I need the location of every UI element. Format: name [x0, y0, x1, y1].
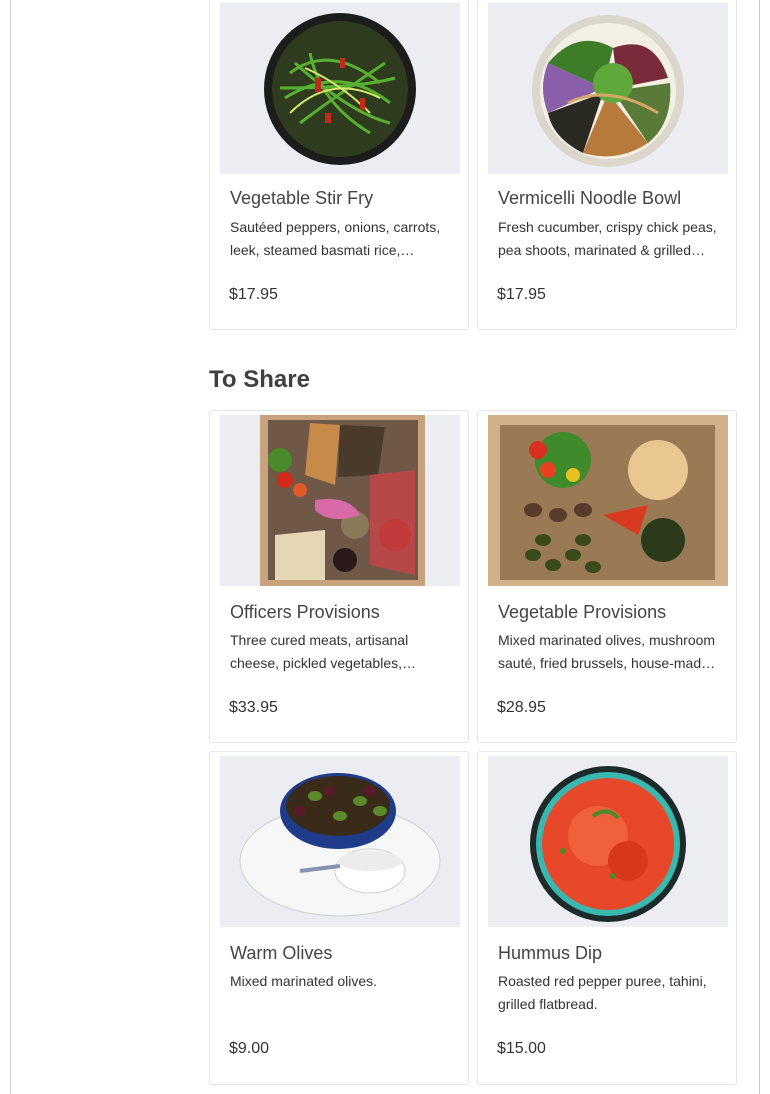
menu-item-price: $28.95: [497, 699, 546, 716]
menu-item-description: Fresh cucumber, crispy chick peas, pea s…: [498, 219, 717, 258]
menu-item-card[interactable]: Hummus Dip Roasted red pepper puree, tah…: [477, 751, 737, 1085]
charcuterie-box-image: [220, 415, 460, 586]
menu-item-name: Hummus Dip: [498, 943, 603, 963]
stir-fry-bowl-image: [220, 3, 460, 174]
section-title: To Share: [209, 366, 310, 393]
menu-item-name: Vegetable Stir Fry: [230, 188, 374, 208]
menu-item-name: Vermicelli Noodle Bowl: [498, 188, 682, 208]
menu-item-name: Warm Olives: [230, 943, 333, 963]
menu-item-price: $17.95: [229, 286, 278, 303]
menu-item-card[interactable]: Vegetable Provisions Mixed marinated oli…: [477, 410, 737, 743]
noodle-bowl-image: [488, 3, 728, 174]
menu-item-price: $33.95: [229, 699, 278, 716]
vegetable-box-image: [488, 415, 728, 586]
menu-item-price: $15.00: [497, 1040, 546, 1057]
menu-item-card[interactable]: Vermicelli Noodle Bowl Fresh cucumber, c…: [477, 0, 737, 330]
menu-item-description: Mixed marinated olives, mushroom sauté, …: [498, 632, 716, 671]
menu-item-card[interactable]: Vegetable Stir Fry Sautéed peppers, onio…: [209, 0, 469, 330]
olives-bowl-image: [220, 756, 460, 927]
menu-item-name: Officers Provisions: [230, 602, 380, 622]
menu-item-description: Sautéed peppers, onions, carrots, leek, …: [230, 219, 441, 258]
menu-item-description: Three cured meats, artisanal cheese, pic…: [230, 632, 416, 671]
menu-item-price: $17.95: [497, 286, 546, 303]
hummus-bowl-image: [488, 756, 728, 927]
menu-item-description: Roasted red pepper puree, tahini, grille…: [498, 973, 707, 1012]
menu-item-card[interactable]: Officers Provisions Three cured meats, a…: [209, 410, 469, 743]
menu-item-price: $9.00: [229, 1040, 270, 1057]
menu-item-name: Vegetable Provisions: [498, 602, 667, 622]
menu-item-description: Mixed marinated olives.: [230, 973, 378, 989]
menu-item-card[interactable]: Warm Olives Mixed marinated olives. $9.0…: [209, 751, 469, 1085]
